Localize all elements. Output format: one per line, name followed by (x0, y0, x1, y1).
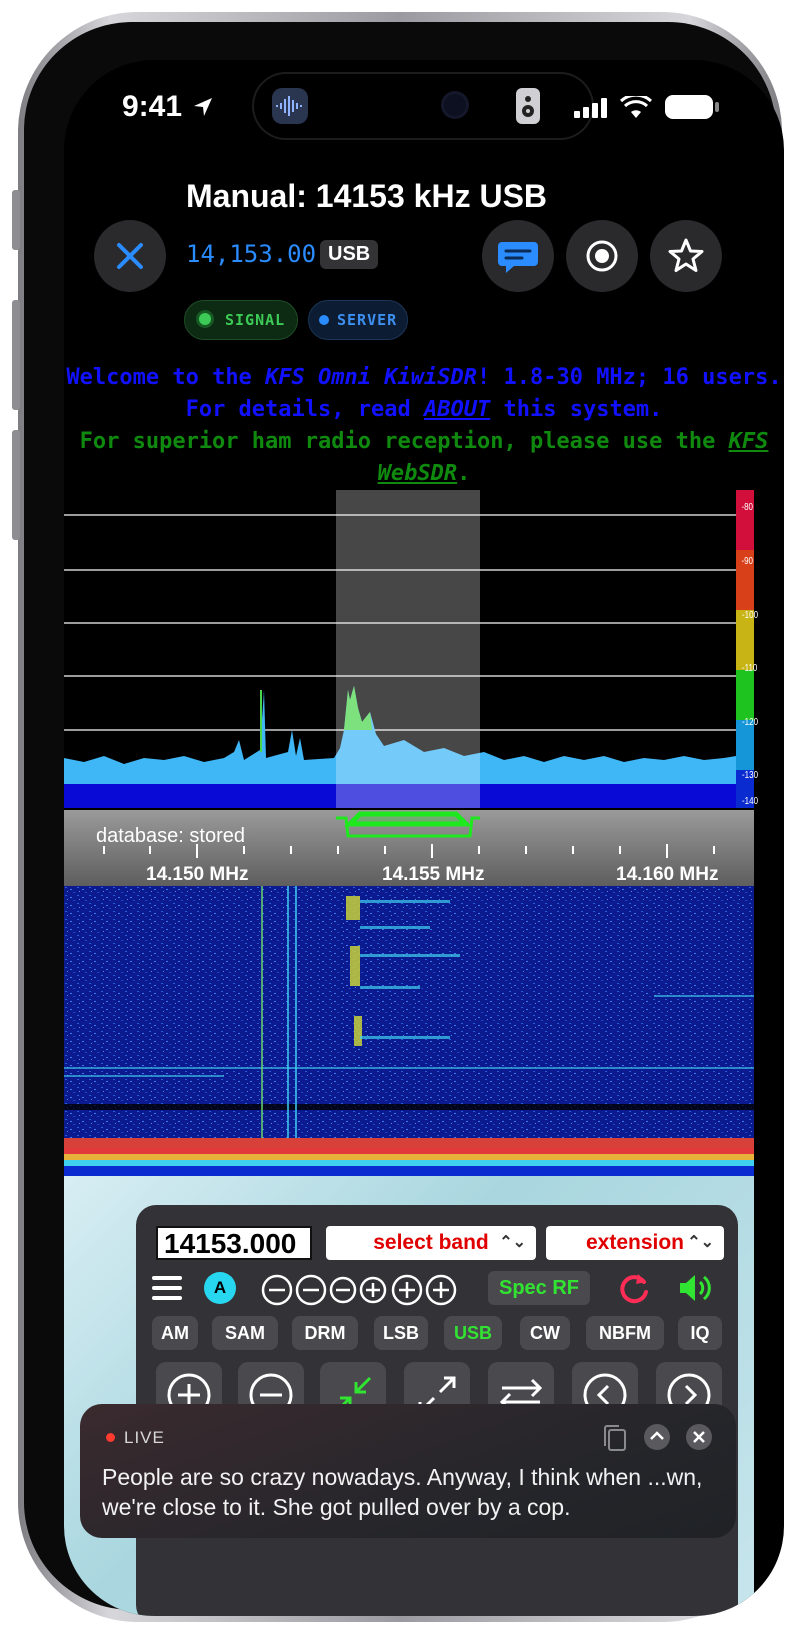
site-name: KFS Omni KiwiSDR (265, 365, 477, 390)
channel-a-button[interactable]: A (204, 1272, 236, 1304)
mode-iq-button[interactable]: IQ (678, 1316, 722, 1350)
page-title: Manual: 14153 kHz USB (186, 178, 548, 214)
volume-up-button (12, 300, 20, 410)
star-icon (668, 238, 704, 272)
about-link[interactable]: ABOUT (424, 397, 490, 422)
live-dot-icon (106, 1433, 115, 1442)
scale-label: -110 (741, 663, 758, 674)
tick-label: 14.155 MHz (382, 864, 485, 885)
signal-status-pill: SIGNAL (184, 300, 298, 340)
signal-level-scale (736, 490, 754, 808)
scale-label: -80 (741, 502, 754, 513)
extension-label: extension (585, 1231, 685, 1254)
close-icon[interactable] (684, 1422, 714, 1452)
copy-icon[interactable] (600, 1422, 630, 1456)
close-icon (117, 243, 143, 269)
status-time: 9:41 (122, 90, 183, 123)
websdr-text: . (457, 461, 471, 486)
dynamic-island (254, 74, 592, 138)
mode-badge: USB (320, 240, 379, 269)
scale-label: -100 (742, 610, 759, 621)
zoom-in-icon[interactable] (390, 1273, 424, 1307)
signal-label: SIGNAL (225, 311, 286, 329)
zoom-out-icon[interactable] (294, 1273, 328, 1307)
chat-button[interactable] (482, 220, 554, 292)
zoom-out-small-icon[interactable] (328, 1273, 358, 1307)
select-band-label: select band (373, 1231, 489, 1254)
tick-label: 14.160 MHz (616, 864, 719, 885)
spectrum-display[interactable] (64, 490, 754, 808)
scale-label: -130 (742, 770, 759, 781)
cellular-signal-icon (574, 98, 607, 118)
favorite-button[interactable] (650, 220, 722, 292)
live-caption-text: People are so crazy nowadays. Anyway, I … (102, 1464, 703, 1520)
screen: 9:41 Manual: 14153 kHz USB 14,153.00 USB… (64, 60, 784, 1616)
welcome-message: Welcome to the KFS Omni KiwiSDR! 1.8-30 … (64, 362, 784, 490)
mode-am-button[interactable]: AM (152, 1316, 198, 1350)
mode-usb-button[interactable]: USB (444, 1316, 502, 1350)
close-button[interactable] (94, 220, 166, 292)
database-status: database: stored (96, 825, 245, 847)
mode-lsb-button[interactable]: LSB (374, 1316, 428, 1350)
extension-dropdown[interactable]: extension ⌃⌄ (546, 1226, 724, 1260)
websdr-text: For superior ham radio reception, please… (79, 429, 729, 454)
welcome-text: Welcome to the (66, 365, 266, 390)
server-dot-icon (319, 315, 329, 325)
kfs-websdr-link[interactable]: WebSDR (378, 461, 457, 486)
details-text: For details, read (185, 397, 424, 422)
mode-drm-button[interactable]: DRM (292, 1316, 358, 1350)
spec-rf-button[interactable]: Spec RF (488, 1271, 590, 1305)
scale-label: -120 (742, 717, 759, 728)
welcome-text: ! 1.8-30 MHz; 16 users. (476, 365, 782, 390)
dropdown-chevron-icon: ⌃⌄ (687, 1234, 714, 1251)
tick-label: 14.150 MHz (146, 864, 249, 885)
zoom-in-small-icon[interactable] (358, 1273, 388, 1307)
front-camera (444, 94, 466, 116)
zoom-in-max-icon[interactable] (424, 1273, 458, 1307)
refresh-icon[interactable] (616, 1270, 652, 1306)
waterfall-display[interactable] (64, 886, 754, 1148)
volume-down-button (12, 430, 20, 540)
signal-dot-icon (199, 313, 211, 325)
server-status-pill: SERVER (308, 300, 408, 340)
select-band-dropdown[interactable]: select band ⌃⌄ (326, 1226, 536, 1260)
action-button (12, 190, 20, 250)
scale-label: -140 (742, 796, 759, 807)
mode-nbfm-button[interactable]: NBFM (586, 1316, 664, 1350)
details-text: this system. (490, 397, 663, 422)
scale-label: -90 (741, 556, 754, 567)
wifi-icon (620, 96, 652, 118)
battery-icon (665, 95, 719, 119)
frequency-input[interactable]: 14153.000 (156, 1226, 312, 1260)
mode-cw-button[interactable]: CW (520, 1316, 570, 1350)
volume-icon[interactable] (676, 1270, 716, 1306)
record-icon (586, 240, 618, 272)
chevron-up-icon[interactable] (642, 1422, 672, 1452)
dropdown-chevron-icon: ⌃⌄ (499, 1234, 526, 1251)
zoom-out-max-icon[interactable] (260, 1273, 294, 1307)
phone-bezel: 9:41 Manual: 14153 kHz USB 14,153.00 USB… (24, 22, 784, 1616)
hamburger-menu-icon[interactable] (152, 1273, 182, 1303)
kfs-websdr-link[interactable]: KFS (729, 429, 769, 454)
live-label: LIVE (124, 1428, 165, 1447)
speaker-icon (516, 88, 540, 124)
waterfall-history (64, 1148, 754, 1176)
mode-sam-button[interactable]: SAM (212, 1316, 278, 1350)
location-arrow-icon (194, 98, 212, 116)
record-button[interactable] (566, 220, 638, 292)
audio-waveform-icon (272, 88, 308, 124)
frequency-readout: 14,153.00 (186, 240, 317, 268)
live-caption-panel: LIVE People are so crazy nowadays. Anywa… (80, 1404, 736, 1538)
chat-bubble-icon (498, 242, 538, 273)
server-label: SERVER (337, 311, 398, 329)
